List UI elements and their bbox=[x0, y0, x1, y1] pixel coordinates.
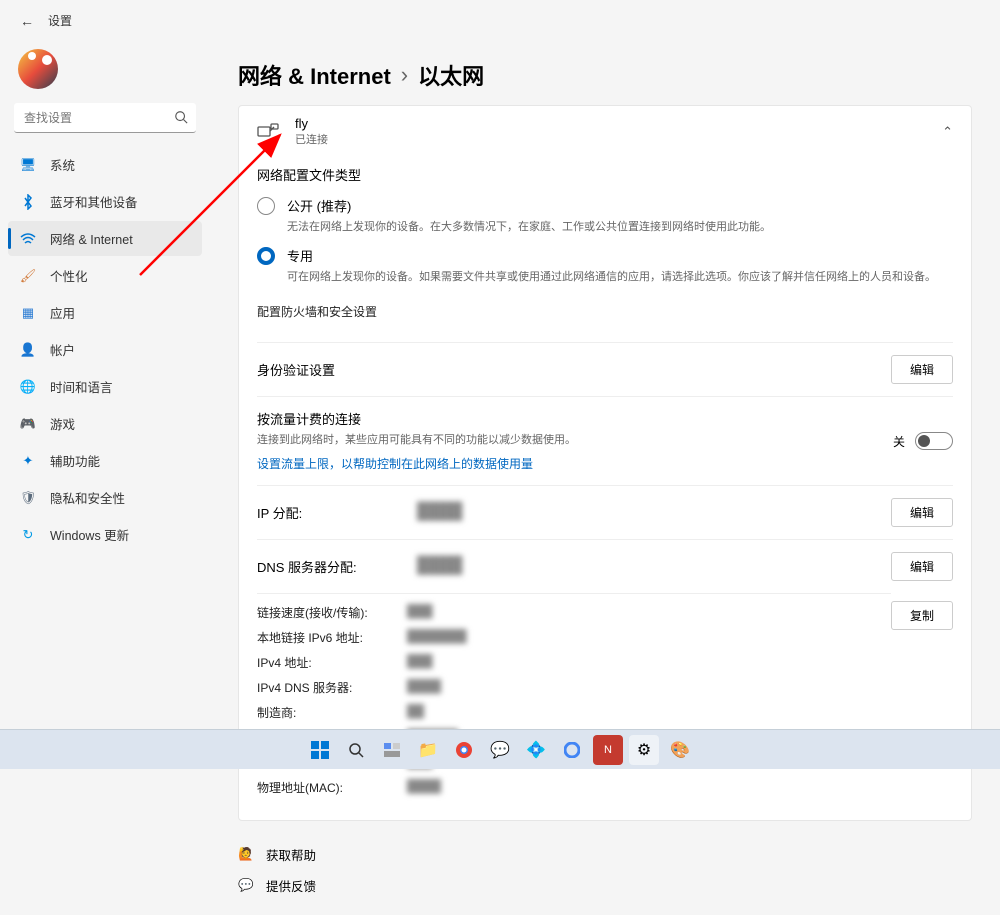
connection-name: fly bbox=[295, 116, 926, 131]
ip-edit-button[interactable]: 编辑 bbox=[891, 498, 953, 527]
firewall-link[interactable]: 配置防火墙和安全设置 bbox=[257, 303, 377, 320]
globe-icon: 🌐 bbox=[20, 379, 36, 395]
nav-accounts[interactable]: 👤 帐户 bbox=[8, 332, 202, 367]
shield-icon: 🛡 bbox=[20, 490, 36, 506]
nav-update[interactable]: ↻ Windows 更新 bbox=[8, 517, 202, 552]
search-icon bbox=[174, 110, 188, 127]
auth-edit-button[interactable]: 编辑 bbox=[891, 355, 953, 384]
data-limit-link[interactable]: 设置流量上限，以帮助控制在此网络上的数据使用量 bbox=[257, 455, 533, 472]
nav-system[interactable]: 🖥 系统 bbox=[8, 147, 202, 182]
nav-label: 隐私和安全性 bbox=[50, 488, 125, 507]
display-icon: 🖥 bbox=[20, 157, 36, 173]
ethernet-icon bbox=[257, 123, 279, 141]
nav-label: 时间和语言 bbox=[50, 377, 113, 396]
radio-public[interactable]: 公开 (推荐) 无法在网络上发现你的设备。在大多数情况下，在家庭、工作或公共位置… bbox=[257, 196, 953, 236]
avatar bbox=[18, 49, 58, 89]
gamepad-icon: 🎮 bbox=[20, 416, 36, 432]
details-table: 链接速度(接收/传输):███ 本地链接 IPv6 地址:███████ IPv… bbox=[257, 593, 891, 810]
nav-apps[interactable]: ▦ 应用 bbox=[8, 295, 202, 330]
metered-desc: 连接到此网络时，某些应用可能具有不同的功能以减少数据使用。 bbox=[257, 431, 893, 447]
connection-status: 已连接 bbox=[295, 131, 926, 147]
dns-value: ████ bbox=[417, 557, 891, 576]
radio-icon bbox=[257, 197, 275, 215]
app-icon-3[interactable]: N bbox=[593, 735, 623, 765]
apps-icon: ▦ bbox=[20, 305, 36, 321]
nav-label: 网络 & Internet bbox=[50, 229, 133, 248]
task-view[interactable] bbox=[377, 735, 407, 765]
radio-private-desc: 可在网络上发现你的设备。如果需要文件共享或使用通过此网络通信的应用，请选择此选项… bbox=[287, 269, 936, 286]
help-link[interactable]: 🙋 获取帮助 bbox=[238, 839, 972, 870]
app-icon-2[interactable] bbox=[557, 735, 587, 765]
breadcrumb-current: 以太网 bbox=[418, 59, 484, 91]
radio-public-desc: 无法在网络上发现你的设备。在大多数情况下，在家庭、工作或公共位置连接到网络时使用… bbox=[287, 219, 771, 236]
settings-taskbar[interactable]: ⚙ bbox=[629, 735, 659, 765]
app-icon-1[interactable]: 💠 bbox=[521, 735, 551, 765]
file-explorer[interactable]: 📁 bbox=[413, 735, 443, 765]
connection-card[interactable]: fly 已连接 ⌃ 网络配置文件类型 公开 (推荐) 无法在网络上发现你的设备。… bbox=[238, 105, 972, 821]
copy-button[interactable]: 复制 bbox=[891, 601, 953, 630]
nav-label: 辅助功能 bbox=[50, 451, 100, 470]
nav-label: 帐户 bbox=[50, 340, 75, 359]
breadcrumb-parent[interactable]: 网络 & Internet bbox=[238, 59, 391, 91]
radio-checked-icon bbox=[257, 247, 275, 265]
sidebar: 🖥 系统 蓝牙和其他设备 网络 & Internet 🖌 个性化 ▦ 应用 👤 帐户 🌐… bbox=[0, 41, 210, 915]
feedback-link[interactable]: 💬 提供反馈 bbox=[238, 870, 972, 901]
sync-icon: ↻ bbox=[20, 527, 36, 543]
feedback-icon: 💬 bbox=[238, 878, 254, 893]
person-icon: 👤 bbox=[20, 342, 36, 358]
wifi-icon bbox=[20, 231, 36, 247]
ip-value: ████ bbox=[417, 503, 891, 522]
nav-time[interactable]: 🌐 时间和语言 bbox=[8, 369, 202, 404]
main-content: 网络 & Internet › 以太网 fly 已连接 ⌃ 网络配置文件类型 公… bbox=[210, 41, 1000, 915]
nav-label: Windows 更新 bbox=[50, 525, 129, 544]
nav-accessibility[interactable]: ✦ 辅助功能 bbox=[8, 443, 202, 478]
taskbar: 📁 💬 💠 N ⚙ 🎨 bbox=[0, 729, 1000, 769]
nav-label: 应用 bbox=[50, 303, 75, 322]
metered-toggle[interactable] bbox=[915, 432, 953, 450]
nav-label: 游戏 bbox=[50, 414, 75, 433]
radio-private[interactable]: 专用 可在网络上发现你的设备。如果需要文件共享或使用通过此网络通信的应用，请选择… bbox=[257, 246, 953, 286]
wechat-icon[interactable]: 💬 bbox=[485, 735, 515, 765]
nav-network[interactable]: 网络 & Internet bbox=[8, 221, 202, 256]
radio-private-label: 专用 bbox=[287, 246, 936, 265]
toggle-state: 关 bbox=[893, 433, 905, 450]
ip-label: IP 分配: bbox=[257, 503, 377, 522]
help-icon: 🙋 bbox=[238, 847, 254, 862]
nav-bluetooth[interactable]: 蓝牙和其他设备 bbox=[8, 184, 202, 219]
nav-label: 个性化 bbox=[50, 266, 88, 285]
profile-section-title: 网络配置文件类型 bbox=[257, 165, 953, 184]
brush-icon: 🖌 bbox=[20, 268, 36, 284]
nav-personalization[interactable]: 🖌 个性化 bbox=[8, 258, 202, 293]
chevron-right-icon: › bbox=[401, 62, 408, 88]
dns-edit-button[interactable]: 编辑 bbox=[891, 552, 953, 581]
accessibility-icon: ✦ bbox=[20, 453, 36, 469]
nav-label: 系统 bbox=[50, 155, 75, 174]
search-input[interactable] bbox=[14, 103, 196, 133]
start-button[interactable] bbox=[305, 735, 335, 765]
nav-label: 蓝牙和其他设备 bbox=[50, 192, 138, 211]
window-title: 设置 bbox=[48, 12, 72, 29]
user-block[interactable] bbox=[8, 41, 202, 103]
nav-gaming[interactable]: 🎮 游戏 bbox=[8, 406, 202, 441]
auth-title: 身份验证设置 bbox=[257, 360, 891, 379]
nav-privacy[interactable]: 🛡 隐私和安全性 bbox=[8, 480, 202, 515]
breadcrumb: 网络 & Internet › 以太网 bbox=[238, 59, 972, 91]
back-button[interactable]: ← bbox=[20, 13, 34, 29]
taskbar-search[interactable] bbox=[341, 735, 371, 765]
chevron-up-icon: ⌃ bbox=[942, 124, 953, 140]
chrome-icon[interactable] bbox=[449, 735, 479, 765]
dns-label: DNS 服务器分配: bbox=[257, 557, 377, 576]
app-icon-4[interactable]: 🎨 bbox=[665, 735, 695, 765]
metered-title: 按流量计费的连接 bbox=[257, 409, 893, 428]
radio-public-label: 公开 (推荐) bbox=[287, 196, 771, 215]
bluetooth-icon bbox=[20, 194, 36, 210]
